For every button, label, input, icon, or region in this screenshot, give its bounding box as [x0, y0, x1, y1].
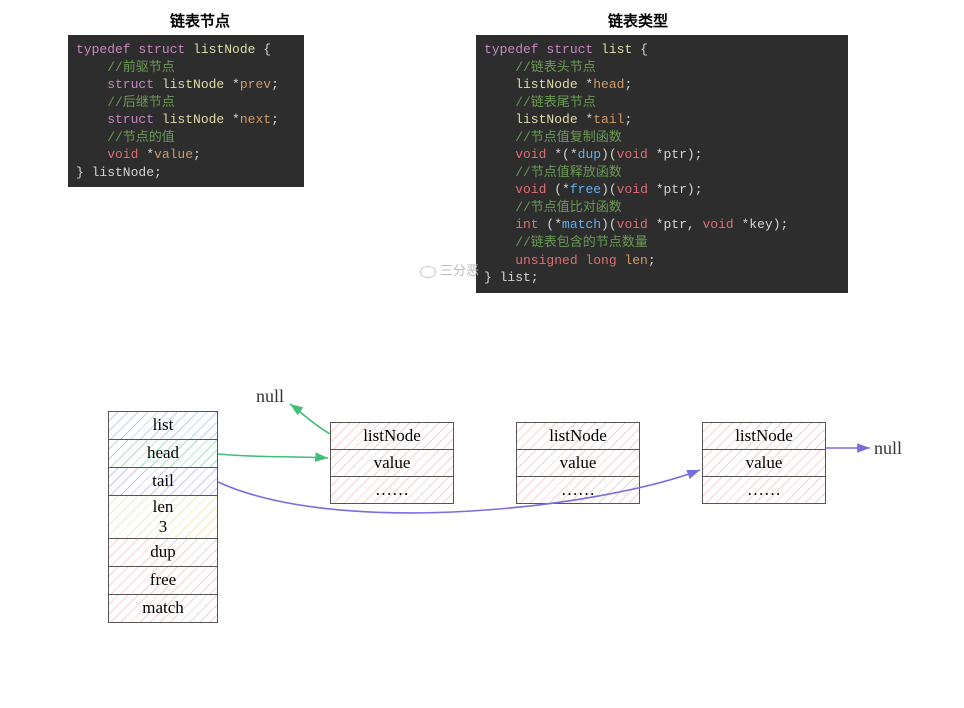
- close-brace: } listNode;: [76, 165, 162, 180]
- kw-void: void: [617, 182, 648, 197]
- kw-int: int: [484, 217, 539, 232]
- brace: {: [632, 42, 648, 57]
- field-head: head: [593, 77, 624, 92]
- field-tail: tail: [593, 112, 624, 127]
- kw-typedef: typedef: [76, 42, 131, 57]
- comment: //节点值释放函数: [484, 165, 622, 180]
- comment: //节点值复制函数: [484, 130, 622, 145]
- semicolon: ;: [271, 77, 279, 92]
- kw-void: void: [702, 217, 733, 232]
- paren: (: [546, 182, 562, 197]
- field-len: len: [617, 253, 648, 268]
- wechat-icon: [420, 266, 436, 278]
- watermark-text: 三分恶: [440, 263, 479, 278]
- type-name: listNode: [484, 112, 585, 127]
- comment: //链表尾节点: [484, 95, 596, 110]
- type-name: listNode: [484, 77, 585, 92]
- fn-dup: dup: [578, 147, 601, 162]
- kw-void: void: [617, 217, 648, 232]
- star: *: [554, 217, 562, 232]
- paren: (: [539, 217, 555, 232]
- comment: //链表头节点: [484, 60, 596, 75]
- ptr: *: [146, 147, 154, 162]
- kw-typedef: typedef: [484, 42, 539, 57]
- star: *: [562, 182, 570, 197]
- ptr: *: [232, 112, 240, 127]
- param: *ptr,: [648, 217, 703, 232]
- arrow-head-to-node1: [218, 454, 328, 458]
- arrow-node1-prev-null: [290, 404, 330, 434]
- paren: *(: [546, 147, 569, 162]
- comment: //后继节点: [76, 95, 175, 110]
- param: *key);: [734, 217, 789, 232]
- kw-void: void: [484, 182, 546, 197]
- type-name: list: [601, 42, 632, 57]
- comment: //节点的值: [76, 130, 175, 145]
- title-right: 链表类型: [608, 10, 668, 31]
- comment: //节点值比对函数: [484, 200, 622, 215]
- arrows-svg: [0, 378, 964, 708]
- code-block-list: typedef struct list { //链表头节点 listNode *…: [476, 35, 848, 293]
- linkedlist-diagram: list head tail len 3 dup free match list…: [0, 378, 964, 708]
- brace: {: [255, 42, 271, 57]
- list-row-len: len 3: [109, 496, 217, 539]
- ptr: *: [232, 77, 240, 92]
- kw-struct: struct: [546, 42, 593, 57]
- semicolon: ;: [193, 147, 201, 162]
- semicolon: ;: [624, 112, 632, 127]
- fn-free: free: [570, 182, 601, 197]
- param: *ptr);: [648, 147, 703, 162]
- paren: )(: [601, 182, 617, 197]
- kw-struct: struct: [76, 112, 154, 127]
- param: *ptr);: [648, 182, 703, 197]
- comment: //前驱节点: [76, 60, 175, 75]
- kw-unsigned: unsigned: [484, 253, 578, 268]
- kw-long: long: [578, 253, 617, 268]
- watermark: 三分恶: [420, 260, 479, 279]
- comment: //链表包含的节点数量: [484, 235, 648, 250]
- kw-struct: struct: [138, 42, 185, 57]
- semicolon: ;: [648, 253, 656, 268]
- type-name: listNode: [193, 42, 255, 57]
- title-left: 链表节点: [170, 10, 230, 31]
- arrow-tail-to-node3: [218, 470, 700, 513]
- kw-struct: struct: [76, 77, 154, 92]
- close-brace: } list;: [484, 270, 539, 285]
- fn-match: match: [562, 217, 601, 232]
- kw-void: void: [76, 147, 146, 162]
- field-prev: prev: [240, 77, 271, 92]
- paren: )(: [601, 217, 617, 232]
- type-name: listNode: [154, 112, 232, 127]
- semicolon: ;: [271, 112, 279, 127]
- star: *: [570, 147, 578, 162]
- paren: )(: [601, 147, 617, 162]
- type-name: listNode: [154, 77, 232, 92]
- kw-void: void: [617, 147, 648, 162]
- field-next: next: [240, 112, 271, 127]
- kw-void: void: [484, 147, 546, 162]
- semicolon: ;: [624, 77, 632, 92]
- field-value: value: [154, 147, 193, 162]
- code-block-listnode: typedef struct listNode { //前驱节点 struct …: [68, 35, 304, 187]
